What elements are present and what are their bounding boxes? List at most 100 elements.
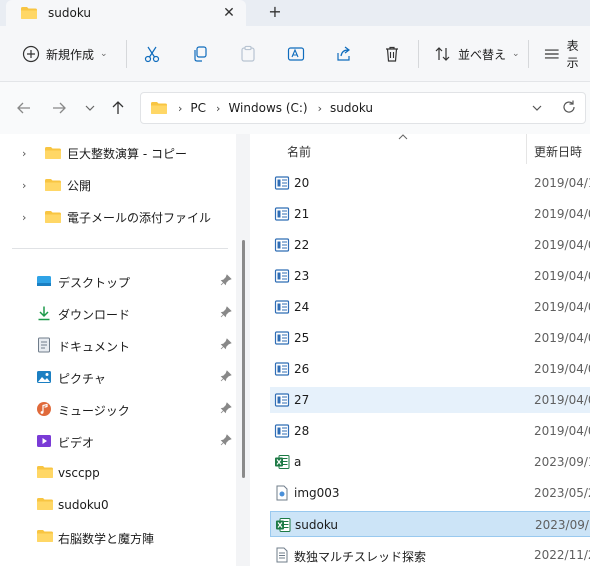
- quick-access-desktop[interactable]: デスクトップ: [0, 266, 236, 296]
- table-row[interactable]: 数独マルチスレッド探索 2022/11/22: [270, 542, 590, 566]
- tree-item-folder[interactable]: › 電子メールの添付ファイル: [0, 202, 236, 232]
- pin-icon[interactable]: [220, 434, 232, 446]
- file-date: 2023/09/16: [535, 518, 590, 532]
- view-button-label: 表示: [566, 39, 579, 70]
- file-list: 名前 更新日時 20 2019/04/13 21 2019/04/03 22 2019/0…: [250, 134, 590, 566]
- table-row[interactable]: 20 2019/04/13: [270, 170, 590, 196]
- excel-icon: [275, 455, 290, 469]
- tree-item-label: 巨大整数演算 - コピー: [67, 146, 187, 161]
- file-date: 2019/04/02: [534, 331, 590, 345]
- new-tab-button[interactable]: +: [264, 3, 286, 23]
- copy-icon: [194, 46, 207, 62]
- folder-icon: [151, 102, 167, 114]
- tree-item-folder[interactable]: › 公開: [0, 170, 236, 200]
- view-button[interactable]: 表示: [543, 39, 590, 70]
- pin-icon[interactable]: [220, 274, 232, 286]
- table-row[interactable]: 23 2019/04/02: [270, 263, 590, 289]
- file-date: 2019/04/02: [534, 362, 590, 376]
- rename-icon: [287, 47, 305, 61]
- video-icon: [37, 435, 51, 447]
- folder-icon: [45, 211, 61, 223]
- copy-button[interactable]: [191, 42, 209, 66]
- quick-access-label: ダウンロード: [58, 308, 131, 322]
- table-row[interactable]: 22 2019/04/02: [270, 232, 590, 258]
- column-header-name[interactable]: 名前: [287, 143, 311, 160]
- file-date: 2022/11/22: [534, 548, 590, 562]
- sort-button[interactable]: 並べ替え ⌄: [434, 42, 520, 66]
- quick-access-sudoku0[interactable]: sudoku0: [0, 490, 236, 520]
- close-icon[interactable]: ✕: [220, 4, 238, 22]
- rename-button[interactable]: [287, 42, 305, 66]
- chevron-down-icon: ⌄: [100, 49, 108, 59]
- quick-access-pictures[interactable]: ピクチャ: [0, 362, 236, 392]
- breadcrumb-drive[interactable]: Windows (C:): [228, 101, 307, 115]
- table-row[interactable]: 21 2019/04/03: [270, 201, 590, 227]
- new-button-label: 新規作成: [46, 47, 95, 62]
- chevron-down-icon[interactable]: [531, 102, 543, 114]
- chevron-right-icon[interactable]: ›: [22, 147, 26, 160]
- quick-access-vsccpp[interactable]: vsccpp: [0, 458, 236, 488]
- pin-icon[interactable]: [220, 402, 232, 414]
- file-name: 22: [294, 238, 310, 252]
- pin-icon[interactable]: [220, 370, 232, 382]
- new-button[interactable]: 新規作成 ⌄: [22, 42, 108, 66]
- table-row[interactable]: 26 2019/04/02: [270, 356, 590, 382]
- pin-icon[interactable]: [220, 306, 232, 318]
- delete-button[interactable]: [383, 42, 401, 66]
- up-button[interactable]: [108, 98, 128, 118]
- document-icon: [274, 300, 290, 314]
- table-row[interactable]: img003 2023/05/23: [270, 480, 590, 506]
- column-header-date[interactable]: 更新日時: [534, 143, 582, 160]
- quick-access-videos[interactable]: ビデオ: [0, 426, 236, 456]
- document-icon: [274, 269, 290, 283]
- forward-button[interactable]: [49, 98, 69, 118]
- sort-up-icon: [398, 134, 408, 140]
- file-date: 2019/04/02: [534, 393, 590, 407]
- table-row[interactable]: 25 2019/04/02: [270, 325, 590, 351]
- quick-access-label: ミュージック: [58, 404, 130, 418]
- file-date: 2019/04/02: [534, 269, 590, 283]
- quick-access-music[interactable]: ミュージック: [0, 394, 236, 424]
- pin-icon[interactable]: [220, 338, 232, 350]
- navpane-scroll-thumb[interactable]: [242, 240, 245, 478]
- quick-access-downloads[interactable]: ダウンロード: [0, 298, 236, 328]
- table-row[interactable]: 24 2019/04/02: [270, 294, 590, 320]
- breadcrumb-sudoku[interactable]: sudoku: [330, 101, 373, 115]
- plus-circle-icon: [22, 45, 40, 63]
- recent-locations-button[interactable]: [80, 98, 100, 118]
- quick-access-label: ドキュメント: [58, 340, 131, 354]
- quick-access-documents[interactable]: ドキュメント: [0, 330, 236, 360]
- quick-access-label: ピクチャ: [58, 372, 106, 386]
- column-divider[interactable]: [526, 134, 527, 164]
- tree-item-folder[interactable]: › 巨大整数演算 - コピー: [0, 138, 236, 168]
- document-icon: [274, 207, 290, 221]
- sort-icon: [435, 47, 450, 61]
- trash-icon: [386, 46, 398, 62]
- folder-icon: [37, 530, 53, 542]
- table-row[interactable]: a 2023/09/16: [270, 449, 590, 475]
- refresh-icon[interactable]: [561, 99, 577, 115]
- breadcrumb-pc[interactable]: PC: [190, 101, 206, 115]
- separator: [418, 40, 419, 68]
- chevron-right-icon[interactable]: ›: [22, 179, 26, 192]
- excel-icon: [276, 518, 291, 532]
- navigation-pane: › 巨大整数演算 - コピー › 公開 › 電子メールの添付ファイル デスクトッ…: [0, 134, 250, 566]
- file-date: 2019/04/03: [534, 424, 590, 438]
- tree-item-label: 公開: [67, 178, 92, 193]
- share-button[interactable]: [335, 42, 353, 66]
- table-row[interactable]: 27 2019/04/02: [270, 387, 590, 413]
- back-button[interactable]: [14, 98, 34, 118]
- music-icon: [37, 402, 51, 416]
- table-row[interactable]: 28 2019/04/03: [270, 418, 590, 444]
- tab-sudoku[interactable]: sudoku ✕: [6, 0, 246, 26]
- table-row[interactable]: sudoku 2023/09/16: [270, 511, 590, 537]
- cut-button[interactable]: [143, 42, 161, 66]
- image-file-icon: [276, 485, 288, 501]
- address-bar[interactable]: › PC › Windows (C:) › sudoku: [140, 92, 586, 124]
- quick-access-folder[interactable]: 右脳数学と魔方陣: [0, 522, 236, 552]
- file-name: 24: [294, 300, 310, 314]
- document-icon: [274, 424, 290, 438]
- quick-access-label: sudoku0: [58, 498, 109, 512]
- chevron-right-icon[interactable]: ›: [22, 211, 26, 224]
- paste-button[interactable]: [239, 42, 257, 66]
